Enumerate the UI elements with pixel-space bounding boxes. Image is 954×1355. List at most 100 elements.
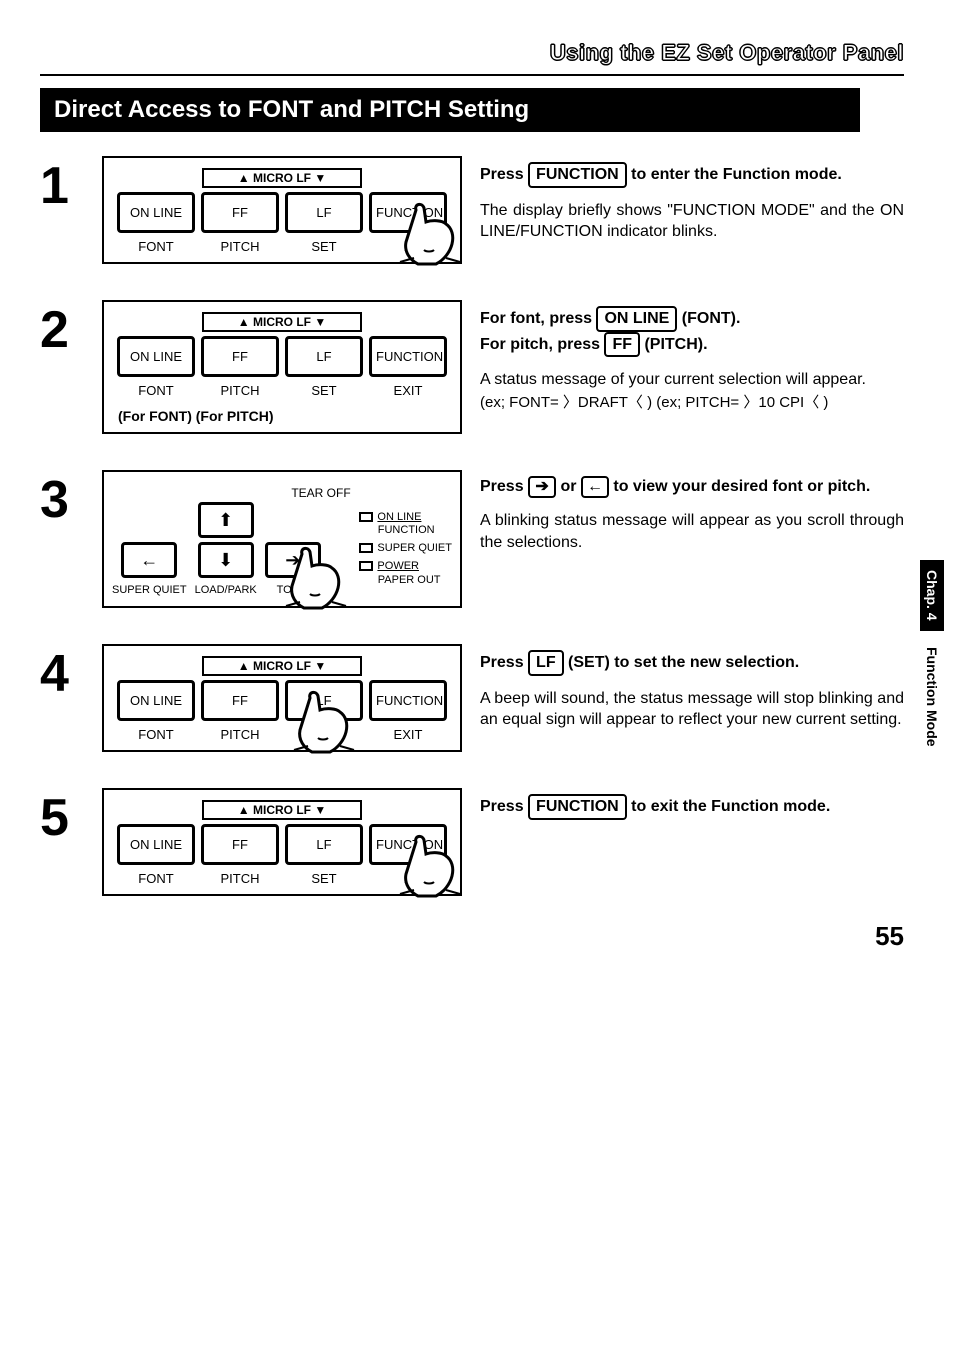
s4-lead-post: (SET) to set the new selection. [564,654,800,671]
e-label: E [369,239,447,254]
pitch-label: PITCH [201,239,279,254]
s4-body: A beep will sound, the status message wi… [480,688,904,731]
s2-l2-post: (PITCH). [640,336,708,353]
step-4: 4 ▲ MICRO LF ▼ ON LINE FF LF FUNCTION FO… [40,644,904,752]
s2-body2: (ex; FONT= 〉DRAFT〈 ) (ex; PITCH= 〉10 CPI… [480,393,904,413]
function-button[interactable]: FUNCTION [369,192,447,233]
pitch-label: PITCH [201,383,279,398]
s5-lead-post: to exit the Function mode. [627,798,831,815]
up-arrow-button[interactable]: ⬆ [198,502,254,538]
lf-button[interactable]: LF [285,824,363,865]
function-button[interactable]: FUNCTION [369,336,447,377]
chapter-tab: Chap. 4 [920,560,944,631]
header-rule [40,74,904,76]
panel2-caption: (For FONT) (For PITCH) [118,408,452,424]
ff-button[interactable]: FF [201,336,279,377]
e-label: E [369,871,447,886]
lf-button[interactable]: LF [285,680,363,721]
lf-key: LF [528,650,564,676]
down-arrow-button[interactable]: ⬇ [198,542,254,578]
led-indicators: ON LINE FUNCTION SUPER QUIET POWER PAPER… [359,511,452,588]
page-header: Using the EZ Set Operator Panel [40,40,904,66]
online-button[interactable]: ON LINE [117,680,195,721]
led-paperout: PAPER OUT [378,574,441,586]
online-button[interactable]: ON LINE [117,192,195,233]
s2-l1-post: (FONT). [677,310,740,327]
step-3: 3 TEAR OFF ← SUPER QUIET ⬆ ⬇ LOAD/PARK ➔… [40,470,904,608]
step-number: 2 [40,304,84,356]
s1-lead-pre: Press [480,166,528,183]
function-key: FUNCTION [528,162,627,188]
font-label: FONT [117,239,195,254]
function-button[interactable]: FUNCTION [369,680,447,721]
step-5-desc: Press FUNCTION to exit the Function mode… [480,788,904,832]
function-button[interactable]: FUNCTION [369,824,447,865]
step-number: 5 [40,792,84,844]
s2-l2-pre: For pitch, press [480,336,604,353]
step-1-desc: Press FUNCTION to enter the Function mod… [480,156,904,243]
led-function: FUNCTION [378,524,435,536]
micro-lf-bar: ▲ MICRO LF ▼ [202,312,362,332]
panel-step-5: ▲ MICRO LF ▼ ON LINE FF LF FUNCTION FONT… [102,788,462,896]
s4-lead-pre: Press [480,654,528,671]
pitch-label: PITCH [201,727,279,742]
lf-button[interactable]: LF [285,192,363,233]
online-key: ON LINE [596,306,677,332]
loadpark-label: LOAD/PARK [195,584,257,596]
led-power: POWER [377,560,419,572]
s3-lead-pre: Press [480,478,528,495]
s2-l1-pre: For font, press [480,310,596,327]
step-2: 2 ▲ MICRO LF ▼ ON LINE FF LF FUNCTION FO… [40,300,904,434]
tof-label: TOF S [277,584,309,596]
step-number: 4 [40,648,84,700]
tearoff-label: TEAR OFF [190,486,452,500]
panel-step-2: ▲ MICRO LF ▼ ON LINE FF LF FUNCTION FONT… [102,300,462,434]
s1-lead-post: to enter the Function mode. [627,166,842,183]
led-online: ON LINE [377,511,421,523]
font-label: FONT [117,727,195,742]
micro-lf-bar: ▲ MICRO LF ▼ [202,168,362,188]
led-superquiet: SUPER QUIET [377,542,452,554]
set-label: SET [285,239,363,254]
section-tab: Function Mode [922,637,942,757]
superquiet-label: SUPER QUIET [112,584,187,596]
section-title: Direct Access to FONT and PITCH Setting [40,88,860,132]
panel-step-4: ▲ MICRO LF ▼ ON LINE FF LF FUNCTION FONT… [102,644,462,752]
step-3-desc: Press ➔ or ← to view your desired font o… [480,470,904,553]
step-number: 3 [40,474,84,526]
step-2-desc: For font, press ON LINE (FONT). For pitc… [480,300,904,413]
ff-button[interactable]: FF [201,824,279,865]
se-label: SE [285,727,363,742]
step-5: 5 ▲ MICRO LF ▼ ON LINE FF LF FUNCTION FO… [40,788,904,896]
lf-button[interactable]: LF [285,336,363,377]
left-arrow-key: ← [581,476,609,498]
s1-body: The display briefly shows "FUNCTION MODE… [480,200,904,243]
font-label: FONT [117,871,195,886]
font-label: FONT [117,383,195,398]
online-button[interactable]: ON LINE [117,824,195,865]
set-label: SET [285,871,363,886]
s5-lead-pre: Press [480,798,528,815]
micro-lf-bar: ▲ MICRO LF ▼ [202,656,362,676]
left-arrow-button[interactable]: ← [121,542,177,578]
panel-step-1: ▲ MICRO LF ▼ ON LINE FF LF FUNCTION FONT… [102,156,462,264]
step-4-desc: Press LF (SET) to set the new selection.… [480,644,904,731]
ff-button[interactable]: FF [201,680,279,721]
function-key: FUNCTION [528,794,627,820]
exit-label: EXIT [369,383,447,398]
ff-key: FF [604,332,640,358]
right-arrow-button[interactable]: ➔ [265,542,321,578]
side-tab: Chap. 4 Function Mode [920,560,944,756]
page-number: 55 [875,921,904,952]
micro-lf-bar: ▲ MICRO LF ▼ [202,800,362,820]
exit-label: EXIT [369,727,447,742]
right-arrow-key: ➔ [528,476,556,498]
pitch-label: PITCH [201,871,279,886]
set-label: SET [285,383,363,398]
step-number: 1 [40,160,84,212]
step-1: 1 ▲ MICRO LF ▼ ON LINE FF LF FUNCTION FO… [40,156,904,264]
s3-lead-mid: or [556,478,581,495]
online-button[interactable]: ON LINE [117,336,195,377]
s3-body: A blinking status message will appear as… [480,510,904,553]
ff-button[interactable]: FF [201,192,279,233]
